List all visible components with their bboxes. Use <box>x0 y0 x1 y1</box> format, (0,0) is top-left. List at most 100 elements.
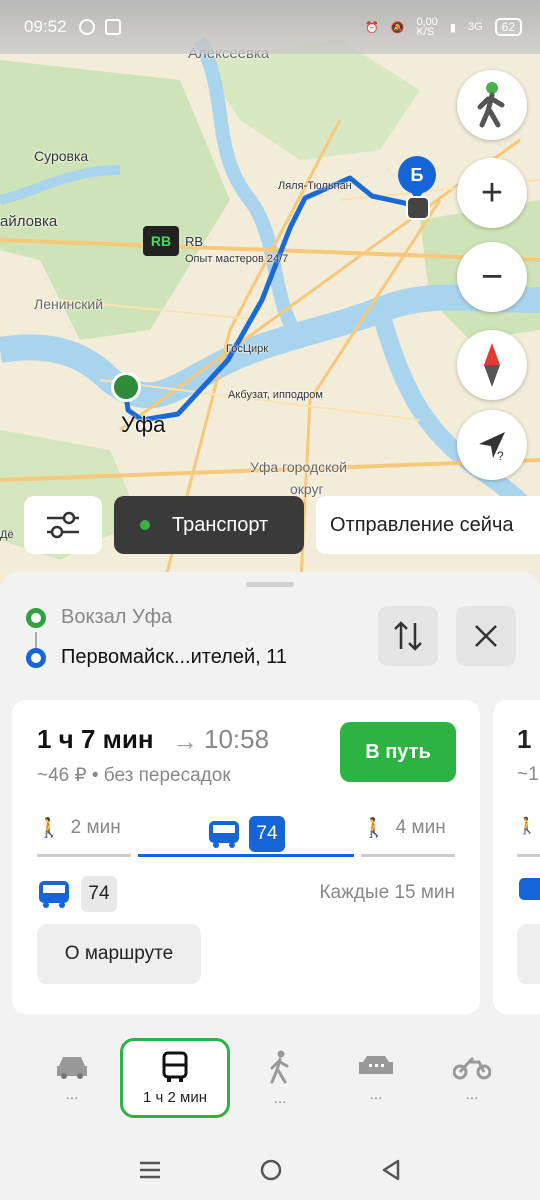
route-meta: ~46 ₽ • без пересадок <box>37 765 231 786</box>
map-label-leninsky: Ленинский <box>34 296 104 312</box>
walk-mode-icon <box>270 1050 289 1083</box>
walk-end-time: 4 мин <box>395 817 446 838</box>
end-walk-icon <box>406 196 430 220</box>
close-icon <box>475 625 497 647</box>
route2-about-button[interactable] <box>517 924 540 984</box>
swap-route-button[interactable] <box>378 606 438 666</box>
mode-moto-label: ... <box>465 1085 479 1103</box>
pedestrian-mode-button[interactable] <box>457 70 527 140</box>
about-route-button[interactable]: О маршруте <box>37 924 201 984</box>
route2-segment-bar <box>517 854 540 857</box>
home-icon[interactable] <box>259 1158 283 1182</box>
mode-moto[interactable]: ... <box>417 1038 527 1118</box>
origin-point-icon <box>26 607 46 628</box>
mode-car-label: ... <box>65 1085 79 1103</box>
route-option-card-2[interactable]: 1 ~1 🚶 <box>493 700 540 1014</box>
destination-point-icon <box>26 647 46 668</box>
transport-chip-label: Транспорт <box>172 513 269 536</box>
swap-arrows-icon <box>394 621 422 651</box>
map-label-lyalya: Ляля-Тюльпан <box>278 180 352 192</box>
transport-type-chip[interactable]: Транспорт <box>114 496 304 554</box>
transport-dot-icon <box>140 520 150 530</box>
poi-rb-subtitle: Опыт мастеров 24/7 <box>185 253 289 265</box>
zoom-in-button[interactable]: + <box>457 158 527 228</box>
minus-icon: − <box>480 255 504 298</box>
departure-chip-label: Отправление сейча <box>330 513 514 536</box>
mute-icon: 🔕 <box>390 21 405 34</box>
rb-poi-icon[interactable]: RB <box>143 226 179 256</box>
segment-walk-start-bar <box>37 854 131 857</box>
signal-icon: ▮ <box>449 21 456 34</box>
route2-meta: ~1 <box>517 764 539 785</box>
alarm-icon: ⏰ <box>365 21 379 34</box>
mode-walk[interactable]: ... <box>225 1038 335 1118</box>
bus-mode-icon <box>162 1051 188 1082</box>
map-label-ufa-district-2: округ <box>290 481 324 497</box>
mode-taxi[interactable]: ... <box>321 1038 431 1118</box>
route2-walk-icon: 🚶 <box>517 818 537 835</box>
map-label-akbuzat: Акбузат, ипподром <box>228 389 323 401</box>
status-bar: 09:52 ⏰ 🔕 0,00 K/S ▮ 3G 62 <box>0 0 540 54</box>
back-icon[interactable] <box>380 1158 402 1182</box>
route-from-label: Вокзал Уфа <box>61 606 173 628</box>
sheet-drag-handle[interactable] <box>246 582 294 587</box>
bus-line-badge: 74 <box>81 876 117 912</box>
start-stop-icon[interactable] <box>111 372 141 402</box>
bus-route-badge: 74 <box>249 816 285 852</box>
route-duration: 1 ч 7 мин <box>37 724 154 754</box>
system-nav-bar <box>0 1140 540 1200</box>
menu-icon[interactable] <box>138 1160 162 1180</box>
route-bottom-sheet[interactable]: Вокзал Уфа Первомайск...ителей, 11 1 ч 7… <box>0 572 540 1200</box>
map-label-ufa-district: Уфа городской <box>250 459 347 475</box>
net-speed: 0,00 K/S <box>416 16 438 38</box>
bus-icon <box>209 821 239 848</box>
map-label-ufa: Уфа <box>121 412 166 437</box>
mode-taxi-label: ... <box>369 1085 383 1103</box>
route2-duration: 1 <box>517 724 532 754</box>
route-to[interactable]: Первомайск...ителей, 11 <box>26 646 287 669</box>
map-label-surovka: Суровка <box>34 148 89 164</box>
taxi-icon <box>359 1055 393 1074</box>
bus-line-row: 74 <box>37 876 117 912</box>
route-option-card[interactable]: 1 ч 7 мин → 10:58 ~46 ₽ • без пересадок … <box>12 700 480 1014</box>
route-from[interactable]: Вокзал Уфа <box>26 606 172 629</box>
arrival-time: 10:58 <box>204 724 270 754</box>
segment-bus: 74 <box>207 816 285 852</box>
segment-walk-end-bar <box>361 854 455 857</box>
map-label-goscirk: ГосЦирк <box>226 343 269 355</box>
zoom-out-button[interactable]: − <box>457 242 527 312</box>
departure-time-chip[interactable]: Отправление сейча <box>316 496 540 554</box>
route2-bus-icon <box>519 878 540 900</box>
bus-frequency: Каждые 15 мин <box>319 882 455 903</box>
walk-icon: 🚶 <box>37 818 61 839</box>
battery-indicator: 62 <box>494 18 522 36</box>
route-settings-button[interactable] <box>24 496 102 554</box>
map-label-aylovka: айловка <box>0 213 58 230</box>
motorcycle-icon <box>453 1056 491 1079</box>
my-location-button[interactable]: ? <box>457 410 527 480</box>
signal-type: 3G <box>467 21 483 33</box>
svg-text:?: ? <box>497 449 504 462</box>
mode-walk-label: ... <box>273 1089 287 1107</box>
car-icon <box>57 1056 87 1079</box>
bus-icon-2 <box>39 881 69 908</box>
mode-transit[interactable]: 1 ч 2 мин <box>120 1038 230 1118</box>
compass-button[interactable] <box>457 330 527 400</box>
walk-icon-2: 🚶 <box>362 818 386 839</box>
compass-icon <box>484 343 500 387</box>
filter-sliders-icon <box>47 511 79 539</box>
route-to-label: Первомайск...ителей, 11 <box>61 646 288 668</box>
segment-walk-end: 🚶 4 мин <box>362 816 446 840</box>
segment-walk-start: 🚶 2 мин <box>37 816 121 840</box>
destination-marker[interactable]: Б <box>398 156 436 202</box>
segment-bus-bar <box>138 854 354 857</box>
mode-transit-label: 1 ч 2 мин <box>143 1088 207 1106</box>
plus-icon: + <box>480 171 504 214</box>
close-route-button[interactable] <box>456 606 516 666</box>
start-route-button[interactable]: В путь <box>340 722 456 782</box>
mode-car[interactable]: ... <box>17 1038 127 1118</box>
poi-rb-title: RB <box>185 234 204 249</box>
walk-start-time: 2 мин <box>70 817 121 838</box>
status-app-icon <box>78 19 95 35</box>
status-time: 09:52 <box>24 17 67 36</box>
